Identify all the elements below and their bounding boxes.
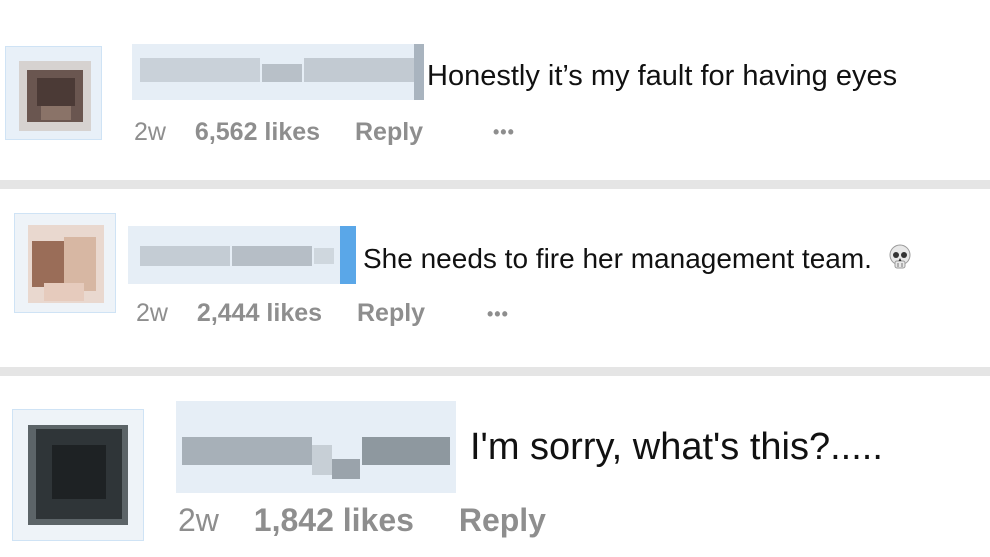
comment-age: 2w (134, 118, 166, 146)
username-blurred[interactable] (176, 401, 456, 493)
reply-button[interactable]: Reply (355, 116, 423, 148)
comment-text: She needs to fire her management team. (363, 241, 912, 279)
reply-button[interactable]: Reply (459, 500, 546, 540)
avatar[interactable] (14, 213, 116, 313)
avatar[interactable] (5, 46, 102, 140)
comment-meta: 2w 1,842 likes Reply (178, 500, 546, 540)
likes-count[interactable]: 2,444 likes (197, 297, 322, 329)
comment-text-content: She needs to fire her management team. (363, 243, 872, 274)
comment-meta: 2w 2,444 likes Reply (136, 297, 425, 329)
likes-count[interactable]: 1,842 likes (254, 500, 414, 540)
comment-meta: 2w 6,562 likes Reply (134, 116, 423, 148)
comment-1: Honestly it’s my fault for having eyes 2… (0, 0, 990, 180)
more-options-button[interactable]: ••• (493, 120, 515, 144)
skull-emoji-icon (888, 243, 912, 279)
username-blurred[interactable] (132, 44, 424, 100)
divider (0, 367, 990, 376)
likes-count[interactable]: 6,562 likes (195, 116, 320, 148)
divider (0, 180, 990, 189)
comment-3: I'm sorry, what's this?..... 2w 1,842 li… (0, 376, 990, 557)
comment-age: 2w (136, 299, 168, 327)
comment-text: Honestly it’s my fault for having eyes (427, 60, 898, 92)
more-options-button[interactable]: ••• (487, 302, 509, 326)
reply-button[interactable]: Reply (357, 297, 425, 329)
comment-age: 2w (178, 502, 219, 538)
username-blurred[interactable] (128, 226, 356, 284)
comment-text: I'm sorry, what's this?..... (470, 426, 883, 468)
avatar[interactable] (12, 409, 144, 541)
comment-2: She needs to fire her management team. 2… (0, 189, 990, 367)
